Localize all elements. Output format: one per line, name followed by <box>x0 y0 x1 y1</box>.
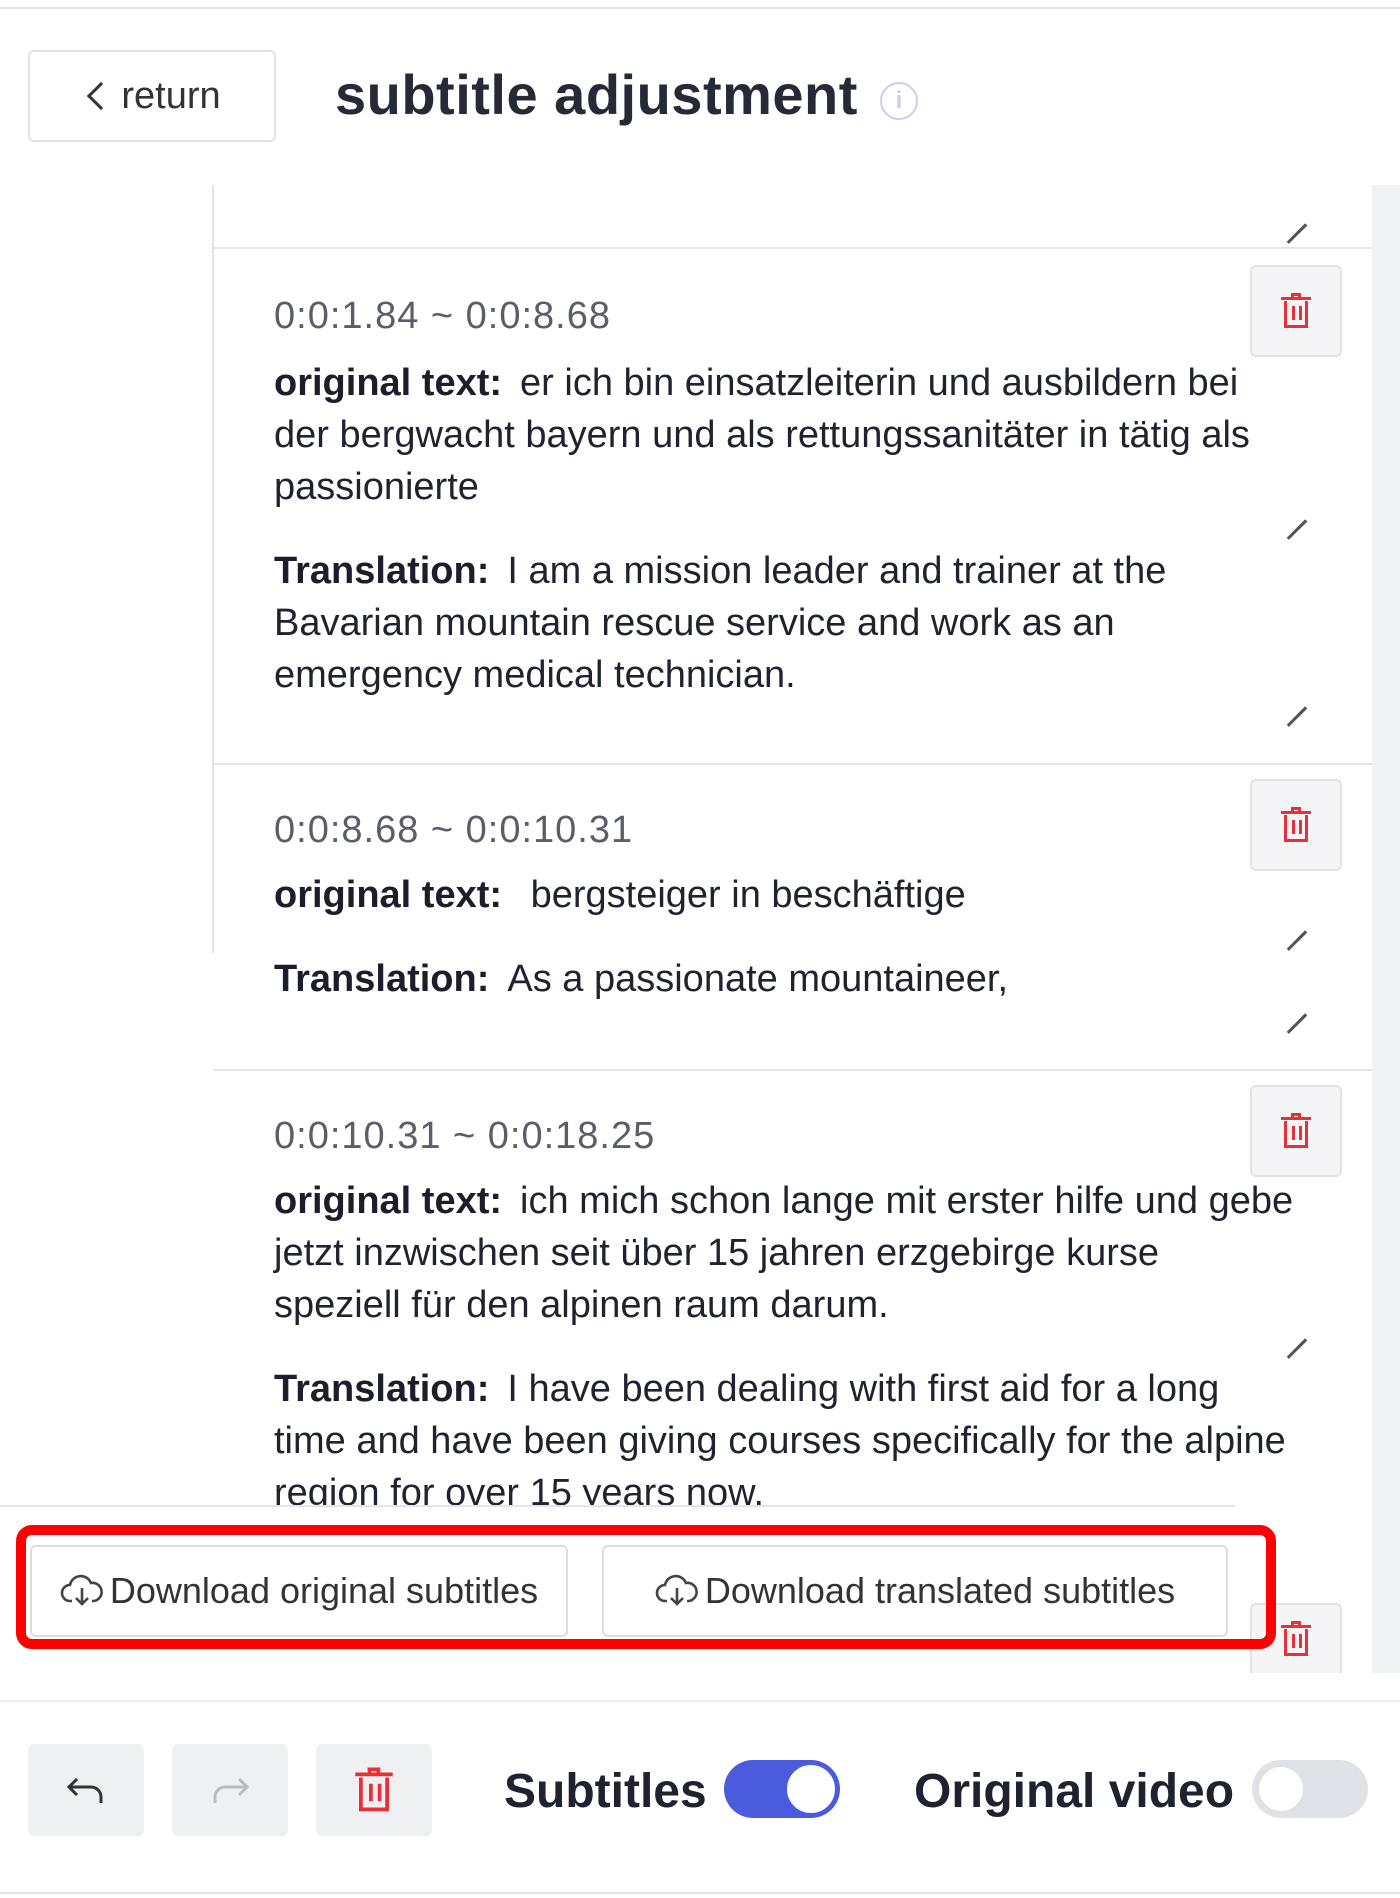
original-text-label: original text: <box>274 362 503 404</box>
original-text-row[interactable]: original text: bergsteiger in beschäftig… <box>274 869 1294 921</box>
cloud-download-icon <box>655 1574 699 1608</box>
trash-icon <box>1281 1113 1311 1149</box>
original-text-label: original text: <box>274 1180 503 1222</box>
resize-handle-icon[interactable] <box>1282 993 1306 1017</box>
trash-icon <box>355 1767 393 1813</box>
delete-subtitle-button[interactable] <box>1250 779 1342 871</box>
translation-row[interactable]: Translation: As a passionate mountaineer, <box>274 953 1294 1005</box>
bottom-toolbar: Subtitles Original video <box>0 1700 1400 1898</box>
resize-handle-icon[interactable] <box>1282 203 1306 227</box>
download-bar: Download original subtitles Download tra… <box>0 1505 1372 1673</box>
original-video-toggle[interactable] <box>1252 1760 1368 1818</box>
redo-icon <box>213 1777 250 1803</box>
original-text-row[interactable]: original text: ich mich schon lange mit e… <box>274 1175 1294 1331</box>
subtitle-time: 0:0:8.68 ~ 0:0:10.31 <box>274 809 634 851</box>
resize-handle-icon[interactable] <box>1282 1318 1306 1342</box>
original-video-toggle-label: Original video <box>914 1765 1235 1818</box>
header: return subtitle adjustment i <box>0 10 1400 185</box>
translation-text[interactable]: As a passionate mountaineer, <box>507 958 1008 1000</box>
translation-row[interactable]: Translation: I am a mission leader and tr… <box>274 545 1294 701</box>
undo-button[interactable] <box>28 1744 144 1836</box>
toggle-knob <box>787 1765 835 1813</box>
download-original-subtitles-button[interactable]: Download original subtitles <box>30 1545 568 1637</box>
translation-row[interactable]: Translation: I have been dealing with fir… <box>274 1363 1294 1519</box>
trash-icon <box>1281 293 1311 329</box>
delete-subtitle-button[interactable] <box>1250 265 1342 357</box>
return-label: return <box>121 74 221 117</box>
bottom-divider <box>0 1892 1400 1894</box>
subtitle-adjustment-page: return subtitle adjustment i 0:0:1.84 ~ … <box>0 0 1400 1898</box>
redo-button[interactable] <box>172 1744 288 1836</box>
resize-handle-icon[interactable] <box>1282 686 1306 710</box>
chevron-left-icon <box>87 81 116 111</box>
delete-all-button[interactable] <box>316 1744 432 1836</box>
subtitle-time: 0:0:1.84 ~ 0:0:8.68 <box>274 295 611 337</box>
delete-subtitle-button[interactable] <box>1250 1085 1342 1177</box>
scrollbar[interactable] <box>1372 183 1400 1673</box>
trash-icon <box>1281 807 1311 843</box>
original-text-label: original text: <box>274 874 503 916</box>
download-translated-label: Download translated subtitles <box>704 1570 1176 1611</box>
subtitles-toggle-label: Subtitles <box>504 1765 707 1818</box>
subtitle-time: 0:0:10.31 ~ 0:0:18.25 <box>274 1115 656 1157</box>
original-text-row[interactable]: original text: er ich bin einsatzleiterin… <box>274 357 1294 513</box>
cloud-download-icon <box>60 1574 104 1608</box>
translation-label: Translation: <box>274 958 490 1000</box>
top-divider <box>0 0 1400 9</box>
subtitle-card: 0:0:1.84 ~ 0:0:8.68 original text: er ich… <box>214 247 1372 763</box>
subtitle-card-partial <box>214 183 1372 233</box>
return-button[interactable]: return <box>28 50 276 142</box>
resize-handle-icon[interactable] <box>1282 910 1306 934</box>
page-title: subtitle adjustment <box>335 63 858 126</box>
download-translated-subtitles-button[interactable]: Download translated subtitles <box>602 1545 1228 1637</box>
undo-icon <box>66 1777 103 1803</box>
translation-label: Translation: <box>274 550 490 592</box>
translation-label: Translation: <box>274 1368 490 1410</box>
delete-subtitle-button[interactable] <box>1250 1603 1342 1673</box>
info-circle-icon[interactable]: i <box>880 82 918 120</box>
original-text[interactable]: bergsteiger in beschäftige <box>520 874 966 916</box>
subtitles-toggle[interactable] <box>724 1760 840 1818</box>
toggle-knob <box>1257 1765 1305 1813</box>
trash-icon <box>1281 1621 1311 1657</box>
divider <box>0 1505 1235 1507</box>
resize-handle-icon[interactable] <box>1282 499 1306 523</box>
subtitle-list[interactable]: 0:0:1.84 ~ 0:0:8.68 original text: er ich… <box>0 183 1372 1673</box>
download-original-label: Download original subtitles <box>109 1570 539 1611</box>
subtitle-card: 0:0:8.68 ~ 0:0:10.31 original text: berg… <box>214 763 1372 1069</box>
